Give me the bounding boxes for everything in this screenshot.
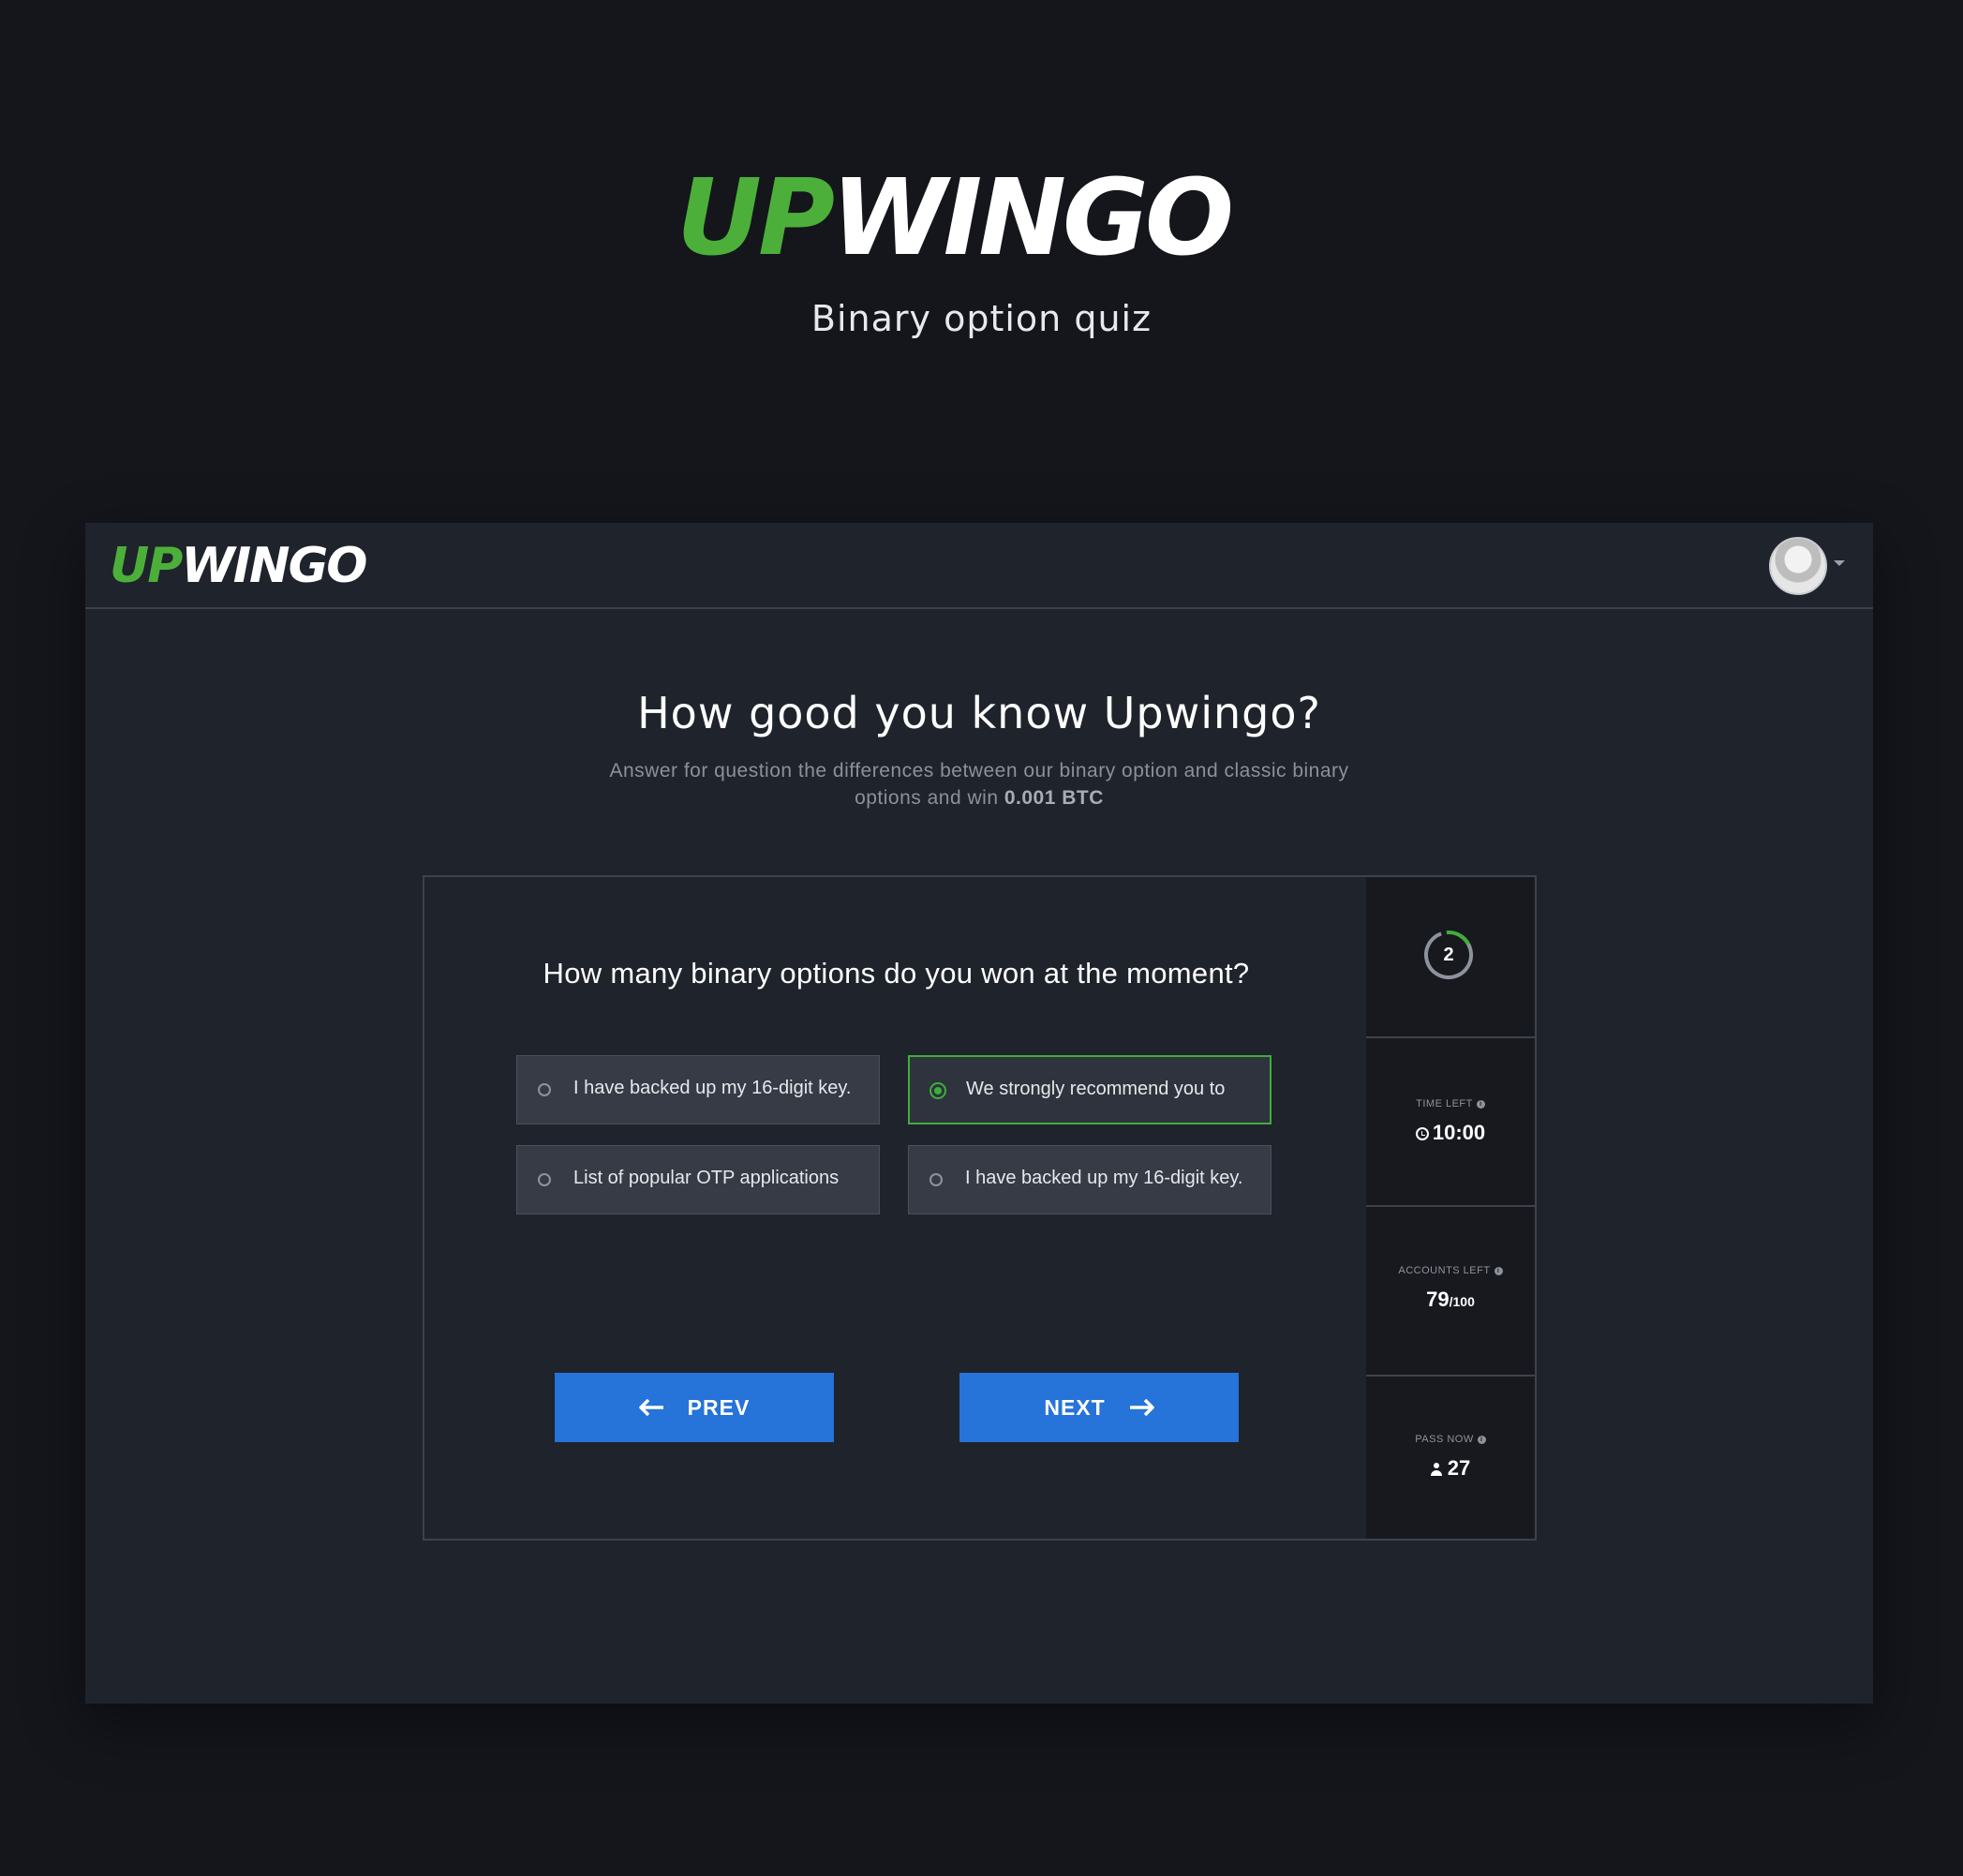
pass-now-value: 27 [1447, 1456, 1471, 1480]
answer-option-2[interactable]: We strongly recommend you to [908, 1055, 1271, 1124]
page-description: Answer for question the differences betw… [604, 757, 1354, 811]
hero-logo-wingo: WINGO [831, 157, 1234, 279]
arrow-left-icon [638, 1399, 663, 1416]
answer-option-label: We strongly recommend you to [966, 1079, 1226, 1099]
pass-now-stat: PASS NOW i 27 [1366, 1377, 1535, 1539]
time-left-label: TIME LEFT [1416, 1098, 1473, 1109]
accounts-left-value-row: 79/100 [1366, 1288, 1535, 1312]
avatar[interactable] [1769, 537, 1827, 595]
pass-now-label: PASS NOW [1415, 1434, 1474, 1445]
answer-option-3[interactable]: List of popular OTP applications [516, 1145, 880, 1214]
radio-icon[interactable] [538, 1083, 551, 1096]
header-logo[interactable]: UPWINGO [110, 538, 367, 594]
time-left-label-row: TIME LEFT i [1366, 1098, 1535, 1109]
pass-now-label-row: PASS NOW i [1366, 1434, 1535, 1445]
hero-logo: UPWINGO [677, 166, 1234, 271]
prize-amount: 0.001 BTC [1004, 787, 1104, 809]
page-description-text: Answer for question the differences betw… [609, 760, 1349, 809]
accounts-left-total: /100 [1449, 1294, 1475, 1309]
pass-now-value-row: 27 [1366, 1456, 1535, 1481]
quiz-card: How many binary options do you won at th… [423, 875, 1370, 1541]
info-icon[interactable]: i [1494, 1267, 1503, 1275]
page-title: How good you know Upwingo? [637, 688, 1321, 738]
chevron-down-icon[interactable] [1834, 560, 1845, 566]
app-window: UPWINGO How good you know Upwingo? Answe… [85, 523, 1873, 1704]
question-text: How many binary options do you won at th… [543, 957, 1250, 990]
next-button[interactable]: NEXT [959, 1373, 1239, 1442]
clock-icon [1415, 1127, 1429, 1140]
radio-icon[interactable] [538, 1173, 551, 1186]
prev-button-label: PREV [687, 1394, 751, 1420]
header-logo-wingo: WINGO [181, 538, 367, 594]
time-left-value-row: 10:00 [1366, 1121, 1535, 1145]
answer-option-4[interactable]: I have backed up my 16-digit key. [908, 1145, 1271, 1214]
accounts-left-stat: ACCOUNTS LEFT i 79/100 [1366, 1207, 1535, 1377]
accounts-left-label-row: ACCOUNTS LEFT i [1366, 1265, 1535, 1276]
arrow-right-icon [1129, 1399, 1154, 1416]
stats-panel: 2 TIME LEFT i 10:00 ACCOUNTS LEFT i 79/100… [1366, 875, 1537, 1541]
step-indicator: 2 [1366, 877, 1535, 1038]
time-left-stat: TIME LEFT i 10:00 [1366, 1038, 1535, 1207]
radio-icon[interactable] [929, 1173, 943, 1186]
next-button-label: NEXT [1044, 1394, 1106, 1420]
prev-button[interactable]: PREV [555, 1373, 834, 1442]
info-icon[interactable]: i [1476, 1100, 1485, 1109]
info-icon[interactable]: i [1477, 1436, 1486, 1444]
accounts-left-value: 79 [1426, 1288, 1450, 1311]
user-icon [1430, 1463, 1442, 1476]
answer-option-1[interactable]: I have backed up my 16-digit key. [516, 1055, 880, 1124]
step-number: 2 [1443, 945, 1454, 965]
radio-selected-icon[interactable] [929, 1082, 946, 1099]
answer-option-label: I have backed up my 16-digit key. [965, 1168, 1243, 1188]
header-logo-up: UP [110, 538, 183, 594]
answer-option-label: List of popular OTP applications [573, 1168, 840, 1188]
time-left-value: 10:00 [1432, 1121, 1486, 1144]
app-header: UPWINGO [85, 523, 1873, 609]
hero-logo-up: UP [677, 157, 835, 279]
hero-subtitle: Binary option quiz [810, 298, 1153, 339]
answer-option-label: I have backed up my 16-digit key. [573, 1078, 852, 1098]
accounts-left-label: ACCOUNTS LEFT [1398, 1265, 1491, 1276]
